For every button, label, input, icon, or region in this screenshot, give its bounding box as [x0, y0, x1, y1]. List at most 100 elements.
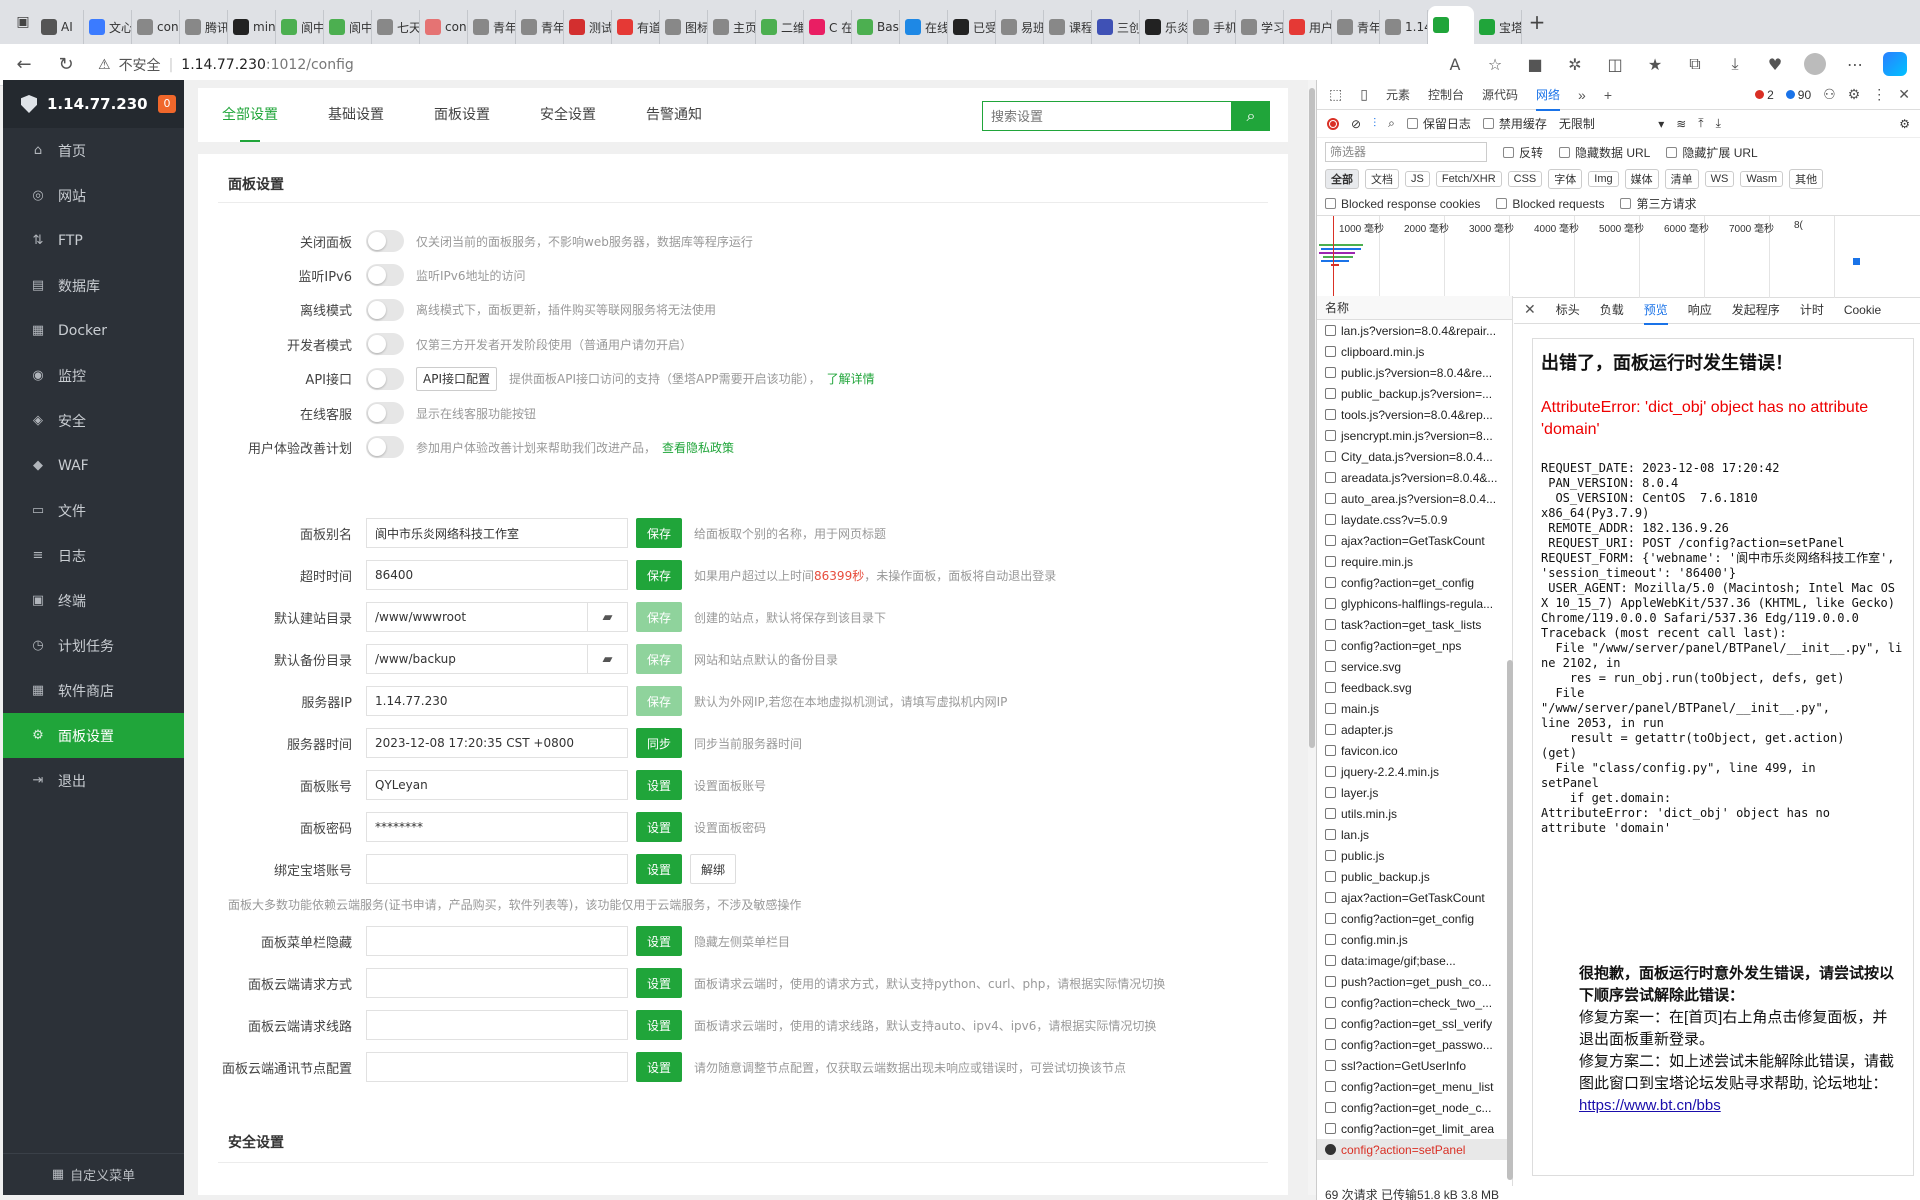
extension-icon[interactable]: ■ — [1520, 48, 1550, 80]
tab-panel-settings[interactable]: 面板设置 — [434, 88, 490, 142]
type-filter-button[interactable]: 全部 — [1325, 169, 1359, 189]
save-backup-dir-button[interactable]: 保存 — [636, 644, 683, 674]
set-account-button[interactable]: 设置 — [636, 770, 683, 800]
sidebar-item[interactable]: ≡ 日志 — [3, 533, 184, 578]
backup-dir-input[interactable]: /www/backup — [366, 644, 588, 674]
save-server-ip-button[interactable]: 保存 — [636, 686, 683, 716]
network-request-row[interactable]: ajax?action=GetTaskCount — [1317, 530, 1512, 551]
network-timeline[interactable]: 1000 毫秒 2000 毫秒 3000 毫秒 4000 毫秒 5000 毫秒 6000 … — [1317, 216, 1920, 298]
tab-timing[interactable]: 计时 — [1800, 301, 1824, 318]
filter-icon[interactable]: ⫶ — [1373, 116, 1376, 131]
toggle-switch[interactable] — [366, 230, 404, 252]
network-request-row[interactable]: auto_area.js?version=8.0.4... — [1317, 488, 1512, 509]
browser-tab[interactable] — [1428, 6, 1474, 44]
warning-count[interactable]: 90 — [1785, 88, 1811, 102]
sidebar-item[interactable]: ⚙ 面板设置 — [3, 713, 184, 758]
record-icon[interactable] — [1327, 117, 1339, 130]
browser-tab[interactable]: 测试 — [564, 10, 612, 44]
sidebar-item[interactable]: ▣ 终端 — [3, 578, 184, 623]
custom-menu-button[interactable]: ▦ 自定义菜单 — [3, 1153, 184, 1195]
network-request-row[interactable]: main.js — [1317, 698, 1512, 719]
network-request-row[interactable]: glyphicons-halflings-regula... — [1317, 593, 1512, 614]
network-request-row[interactable]: public_backup.js?version=... — [1317, 383, 1512, 404]
favorite-star-icon[interactable]: ☆ — [1480, 48, 1510, 80]
network-request-row[interactable]: config?action=get_passwo... — [1317, 1034, 1512, 1055]
save-site-dir-button[interactable]: 保存 — [636, 602, 683, 632]
browser-tab[interactable]: 已受 — [948, 10, 996, 44]
folder-picker-button[interactable]: ▰ — [588, 644, 628, 674]
type-filter-button[interactable]: Fetch/XHR — [1435, 171, 1502, 187]
name-column-header[interactable]: 名称 — [1317, 296, 1512, 320]
set-request-method-button[interactable]: 设置 — [636, 968, 683, 998]
tab-basic-settings[interactable]: 基础设置 — [328, 88, 384, 142]
clear-icon[interactable]: ⊘ — [1351, 117, 1361, 131]
type-filter-button[interactable]: 字体 — [1548, 169, 1583, 189]
hint-link[interactable]: 查看隐私政策 — [662, 441, 734, 455]
browser-tab[interactable]: 易班 — [996, 10, 1044, 44]
hide-ext-url-checkbox[interactable]: 隐藏扩展 URL — [1666, 144, 1758, 161]
blocked-requests-checkbox[interactable]: Blocked requests — [1496, 197, 1604, 211]
filter-input[interactable]: 筛选器 — [1325, 142, 1487, 162]
network-request-row[interactable]: areadata.js?version=8.0.4&... — [1317, 467, 1512, 488]
tab-network[interactable]: 网络 — [1536, 86, 1561, 111]
message-badge[interactable]: 0 — [158, 95, 176, 113]
browser-tab[interactable]: 1.14 — [1380, 10, 1428, 44]
tab-cookies[interactable]: Cookie — [1844, 303, 1881, 317]
sidebar-item[interactable]: ◈ 安全 — [3, 398, 184, 443]
browser-tab[interactable]: AI — [36, 10, 84, 44]
server-ip-input[interactable]: 1.14.77.230 — [366, 686, 628, 716]
more-tabs-icon[interactable]: » — [1578, 87, 1586, 103]
forum-link[interactable]: https://www.bt.cn/bbs — [1579, 1097, 1721, 1114]
network-request-row[interactable]: config?action=check_two_... — [1317, 992, 1512, 1013]
browser-tab[interactable]: C 在 — [804, 10, 852, 44]
unbind-button[interactable]: 解绑 — [690, 854, 737, 884]
save-alias-button[interactable]: 保存 — [636, 518, 683, 548]
sidebar-item[interactable]: ▭ 文件 — [3, 488, 184, 533]
browser-tab[interactable]: 二维 — [756, 10, 804, 44]
request-line-input[interactable] — [366, 1010, 628, 1040]
browser-tab[interactable]: 阆中 — [276, 10, 324, 44]
bind-account-input[interactable] — [366, 854, 628, 884]
people-icon[interactable]: ⚇ — [1823, 86, 1836, 103]
tab-sources[interactable]: 源代码 — [1482, 86, 1518, 103]
type-filter-button[interactable]: JS — [1405, 171, 1430, 187]
network-request-row[interactable]: ajax?action=GetTaskCount — [1317, 887, 1512, 908]
sidebar-item[interactable]: ▤ 数据库 — [3, 263, 184, 308]
invert-checkbox[interactable]: 反转 — [1503, 144, 1543, 161]
toggle-switch[interactable] — [366, 333, 404, 356]
sidebar-item[interactable]: ▦ Docker — [3, 308, 184, 353]
tab-elements[interactable]: 元素 — [1386, 86, 1410, 103]
network-request-row[interactable]: push?action=get_push_co... — [1317, 971, 1512, 992]
browser-tab[interactable]: 用户 — [1284, 10, 1332, 44]
type-filter-button[interactable]: 其他 — [1789, 169, 1824, 189]
reload-button[interactable]: ↻ — [48, 47, 84, 83]
copilot-icon[interactable] — [1880, 48, 1910, 80]
close-detail-icon[interactable]: ✕ — [1524, 301, 1536, 318]
account-input[interactable]: QYLeyan — [366, 770, 628, 800]
tab-initiator[interactable]: 发起程序 — [1732, 301, 1780, 318]
type-filter-button[interactable]: WS — [1704, 171, 1735, 187]
network-request-row[interactable]: config?action=get_config — [1317, 908, 1512, 929]
hide-data-url-checkbox[interactable]: 隐藏数据 URL — [1559, 144, 1650, 161]
network-request-row[interactable]: public.js — [1317, 845, 1512, 866]
network-request-row[interactable]: config.min.js — [1317, 929, 1512, 950]
browser-tab[interactable]: 在线 — [900, 10, 948, 44]
search-icon[interactable]: ⌕ — [1388, 116, 1395, 131]
browser-tab[interactable]: 文心 — [84, 10, 132, 44]
toggle-switch[interactable] — [366, 402, 404, 424]
network-request-row[interactable]: lan.js?version=8.0.4&repair... — [1317, 320, 1512, 341]
sync-time-button[interactable]: 同步 — [636, 728, 683, 758]
tab-response[interactable]: 响应 — [1688, 301, 1712, 318]
third-party-checkbox[interactable]: 第三方请求 — [1620, 195, 1697, 212]
tab-all-settings[interactable]: 全部设置 — [222, 88, 278, 142]
panel-alias-input[interactable]: 阆中市乐炎网络科技工作室 — [366, 518, 628, 548]
menu-hide-input[interactable] — [366, 926, 628, 956]
hint-link[interactable]: 了解详情 — [827, 372, 875, 386]
tab-console[interactable]: 控制台 — [1428, 86, 1464, 103]
browser-tab[interactable]: 乐炎 — [1140, 10, 1188, 44]
sidebar-toggle-icon[interactable]: ▣ — [10, 9, 36, 35]
main-scrollbar[interactable] — [1308, 80, 1316, 1195]
browser-tab[interactable]: 学习 — [1236, 10, 1284, 44]
error-count[interactable]: 2 — [1755, 88, 1774, 102]
network-request-row[interactable]: ssl?action=GetUserInfo — [1317, 1055, 1512, 1076]
